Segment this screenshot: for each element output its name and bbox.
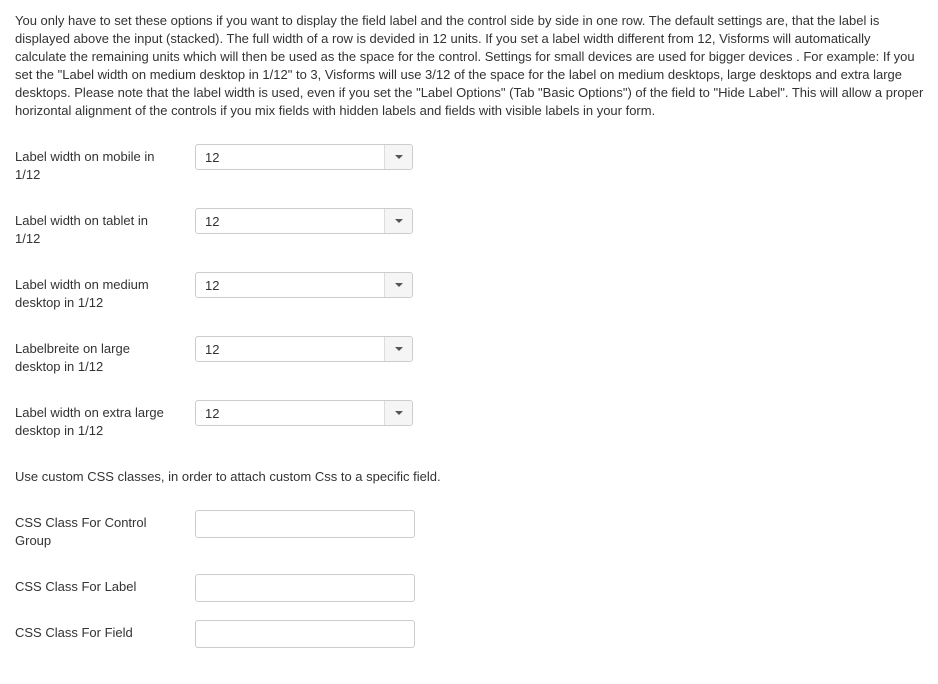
label-width-xl-desktop-label: Label width on extra large desktop in 1/… <box>15 405 164 438</box>
label-width-medium-desktop-select[interactable]: 12 <box>195 272 413 298</box>
selected-value: 12 <box>205 342 220 357</box>
css-control-group-input[interactable] <box>195 510 415 538</box>
label-width-large-desktop-select[interactable]: 12 <box>195 336 413 362</box>
css-label-label: CSS Class For Label <box>15 579 137 594</box>
label-width-medium-desktop-label: Label width on medium desktop in 1/12 <box>15 277 149 310</box>
caret-down-icon <box>395 283 403 287</box>
label-width-large-desktop-label: Labelbreite on large desktop in 1/12 <box>15 341 130 374</box>
selected-value: 12 <box>205 406 220 421</box>
label-width-xl-desktop-select[interactable]: 12 <box>195 400 413 426</box>
label-width-tablet-select[interactable]: 12 <box>195 208 413 234</box>
css-field-label: CSS Class For Field <box>15 625 133 640</box>
selected-value: 12 <box>205 278 220 293</box>
label-width-mobile-label: Label width on mobile in 1/12 <box>15 149 155 182</box>
caret-down-icon <box>395 347 403 351</box>
caret-down-icon <box>395 411 403 415</box>
dropdown-toggle[interactable] <box>384 401 412 425</box>
dropdown-toggle[interactable] <box>384 209 412 233</box>
intro-description: You only have to set these options if yo… <box>15 13 924 118</box>
caret-down-icon <box>395 219 403 223</box>
css-classes-note: Use custom CSS classes, in order to atta… <box>15 469 441 484</box>
selected-value: 12 <box>205 150 220 165</box>
dropdown-toggle[interactable] <box>384 145 412 169</box>
dropdown-toggle[interactable] <box>384 337 412 361</box>
dropdown-toggle[interactable] <box>384 273 412 297</box>
css-field-input[interactable] <box>195 620 415 648</box>
css-control-group-label: CSS Class For Control Group <box>15 515 147 548</box>
label-width-mobile-select[interactable]: 12 <box>195 144 413 170</box>
selected-value: 12 <box>205 214 220 229</box>
label-width-tablet-label: Label width on tablet in 1/12 <box>15 213 148 246</box>
css-label-input[interactable] <box>195 574 415 602</box>
caret-down-icon <box>395 155 403 159</box>
